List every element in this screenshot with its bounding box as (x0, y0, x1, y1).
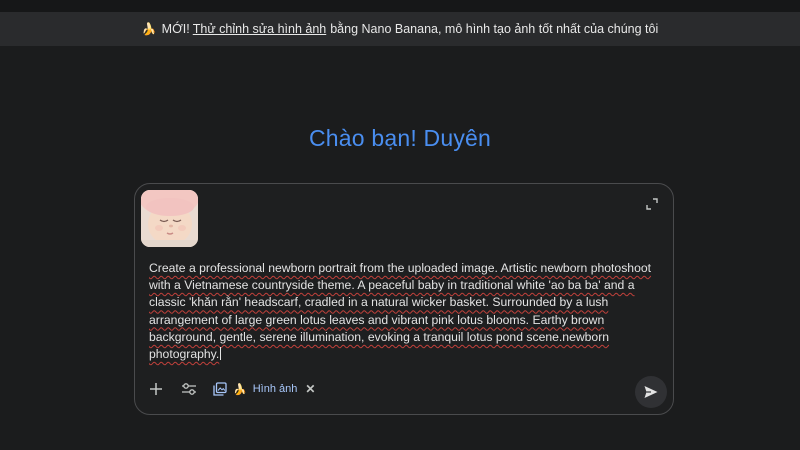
send-icon (644, 386, 658, 398)
browser-top-strip (0, 0, 800, 12)
prompt-composer[interactable]: Create a professional newborn portrait f… (134, 183, 674, 415)
greeting-title: Chào bạn! Duyên (308, 125, 491, 151)
send-button[interactable] (635, 376, 667, 408)
prompt-text: Create a professional newborn portrait f… (149, 261, 652, 362)
baby-photo (141, 190, 198, 247)
banner-text: bằng Nano Banana, mô hình tạo ảnh tốt nh… (330, 22, 659, 36)
expand-icon[interactable] (645, 197, 659, 211)
tune-icon[interactable] (178, 378, 200, 400)
close-icon[interactable]: ✕ (305, 382, 315, 396)
banner-new-label: MỚI! (161, 22, 190, 36)
text-cursor (220, 347, 222, 361)
composer-toolbar: 🍌 Hình ảnh ✕ (135, 370, 673, 414)
banner-link[interactable]: Thử chỉnh sửa hình ảnh (193, 22, 326, 36)
image-mode-chip[interactable]: 🍌 Hình ảnh ✕ (213, 378, 315, 400)
chip-label: Hình ảnh (252, 383, 298, 395)
prompt-input[interactable]: Create a professional newborn portrait f… (149, 260, 664, 363)
plus-icon[interactable] (145, 378, 167, 400)
promo-banner: 🍌 MỚI! Thử chỉnh sửa hình ảnh bằng Nano … (0, 12, 800, 46)
chip-banana-icon: 🍌 (233, 383, 247, 396)
gallery-icon (213, 382, 227, 396)
banana-icon: 🍌 (141, 22, 157, 36)
uploaded-image-thumbnail[interactable] (141, 190, 198, 247)
